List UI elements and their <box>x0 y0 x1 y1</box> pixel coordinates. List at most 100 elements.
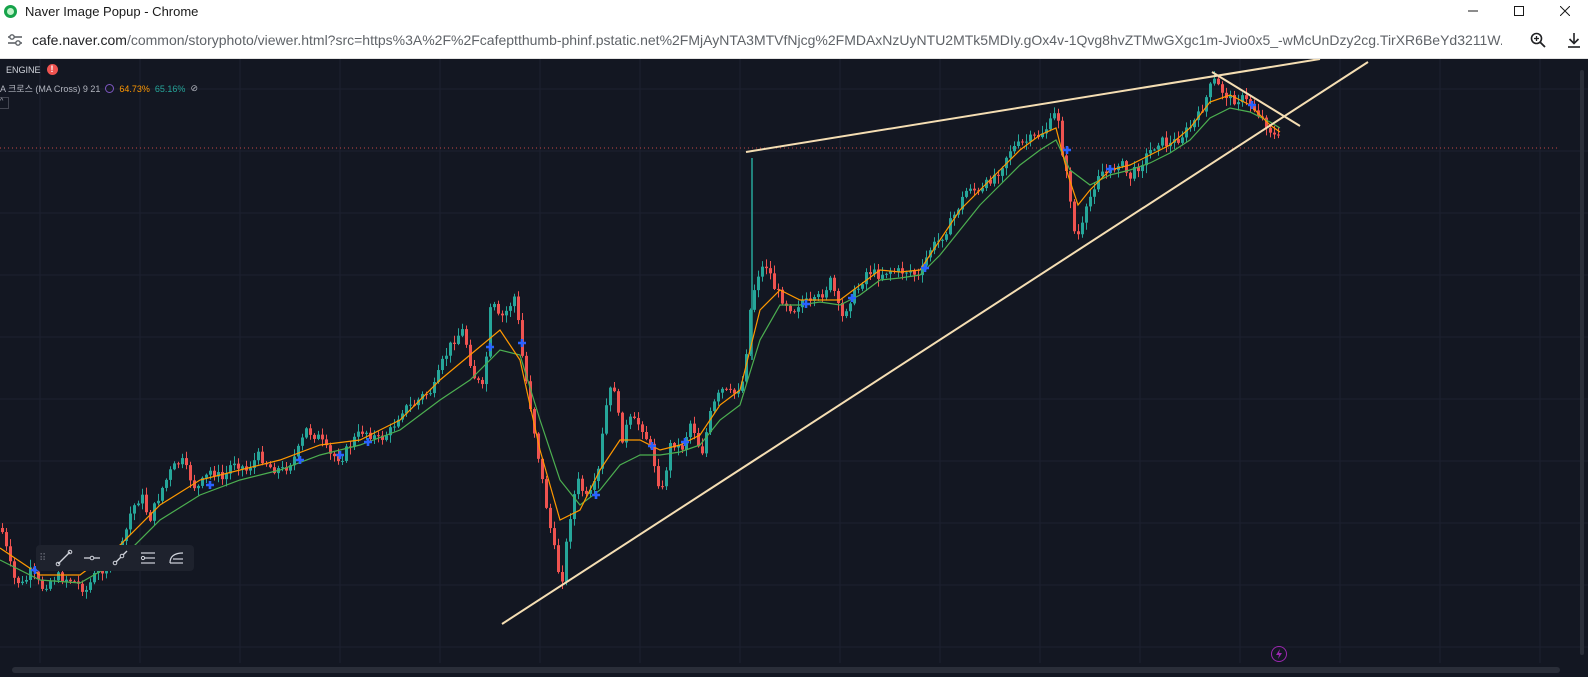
horizontal-scrollbar[interactable] <box>12 667 1560 673</box>
candle <box>273 462 276 475</box>
candle-body <box>717 392 720 402</box>
candle-body <box>973 188 976 191</box>
candle-body <box>665 470 668 487</box>
close-icon <box>1560 6 1570 16</box>
lightning-glyph <box>1276 649 1282 659</box>
candle <box>725 387 728 391</box>
lightning-icon[interactable] <box>1271 646 1287 662</box>
candle-body <box>853 289 856 304</box>
hide-indicator-icon[interactable]: ⊘ <box>190 83 198 94</box>
candle-body <box>41 579 44 589</box>
ma-cross-marker <box>1063 146 1071 154</box>
candle-body <box>945 234 948 240</box>
candle <box>833 274 836 297</box>
candle <box>1013 141 1016 154</box>
candle-body <box>1017 141 1020 146</box>
candle <box>1209 82 1212 104</box>
candle <box>257 448 260 465</box>
candle <box>313 433 316 443</box>
address-bar: cafe.naver.com/common/storyphoto/viewer.… <box>0 22 1588 59</box>
candle <box>669 439 672 478</box>
candle <box>485 351 488 392</box>
candle <box>1029 130 1032 147</box>
url-field[interactable]: cafe.naver.com/common/storyphoto/viewer.… <box>32 32 1502 48</box>
candle <box>309 424 312 440</box>
candle <box>361 425 364 437</box>
candle-body <box>297 445 300 457</box>
candle <box>705 428 708 458</box>
candle <box>1149 142 1152 159</box>
gear-icon[interactable] <box>105 84 115 93</box>
ma-cross-marker <box>592 491 600 499</box>
warning-icon[interactable]: ! <box>46 64 58 75</box>
zoom-icon[interactable] <box>1530 32 1546 48</box>
candle-body <box>1089 196 1092 207</box>
candle <box>213 466 216 481</box>
vertical-scrollbar[interactable] <box>1580 70 1584 655</box>
toolbar-grip-icon[interactable]: ⠿ <box>39 553 47 564</box>
trendline-tool-button[interactable] <box>53 547 75 569</box>
candle-body <box>865 272 868 285</box>
candle-body <box>765 266 768 269</box>
candle <box>393 419 396 432</box>
candle <box>569 513 572 549</box>
candle <box>825 286 828 301</box>
candle-body <box>25 579 28 582</box>
candle <box>765 259 768 275</box>
candlestick-chart[interactable] <box>0 59 1588 677</box>
site-info-button[interactable] <box>6 31 24 49</box>
window-controls <box>1450 0 1588 22</box>
candle-body <box>309 428 312 435</box>
candle <box>481 377 484 389</box>
candle-body <box>761 266 764 277</box>
candle <box>353 433 356 450</box>
collapse-legend-button[interactable]: ^ <box>0 97 9 109</box>
candle-body <box>129 513 132 530</box>
candle <box>905 270 908 281</box>
candle <box>377 431 380 443</box>
candle-body <box>1121 161 1124 167</box>
chart-area[interactable] <box>0 59 1588 677</box>
candle <box>505 306 508 323</box>
candle <box>241 464 244 477</box>
candle <box>1025 134 1028 150</box>
candle <box>845 308 848 319</box>
download-icon[interactable] <box>1566 32 1582 48</box>
candle-body <box>465 329 468 345</box>
candle-body <box>901 268 904 274</box>
naver-app-icon <box>4 4 17 18</box>
candle-body <box>61 572 64 582</box>
candle-body <box>1237 102 1240 105</box>
candle-body <box>225 473 228 480</box>
parallel-channel-tool-button[interactable] <box>137 547 159 569</box>
ray-tool-button[interactable] <box>109 547 131 569</box>
candle-body <box>493 303 496 308</box>
candle <box>965 187 968 199</box>
horizontal-line-tool-button[interactable] <box>81 547 103 569</box>
candle-body <box>161 487 164 501</box>
path-tool-button[interactable] <box>165 547 187 569</box>
candle-body <box>725 388 728 390</box>
candle <box>849 301 852 319</box>
candle <box>1069 167 1072 209</box>
candle-body <box>1177 139 1180 143</box>
candle <box>1057 108 1060 129</box>
candle <box>717 389 720 406</box>
close-button[interactable] <box>1542 0 1588 22</box>
candle-body <box>585 490 588 494</box>
candle <box>381 430 384 445</box>
candle-body <box>1209 83 1212 98</box>
candle <box>329 442 332 460</box>
candle <box>613 382 616 393</box>
candle <box>629 413 632 430</box>
minimize-icon <box>1468 10 1478 12</box>
candle <box>453 335 456 351</box>
candle <box>5 527 8 551</box>
candle <box>769 261 772 280</box>
maximize-button[interactable] <box>1496 0 1542 22</box>
candle-body <box>565 541 568 582</box>
candle-body <box>377 435 380 437</box>
candle <box>333 451 336 462</box>
candle-body <box>185 458 188 466</box>
minimize-button[interactable] <box>1450 0 1496 22</box>
